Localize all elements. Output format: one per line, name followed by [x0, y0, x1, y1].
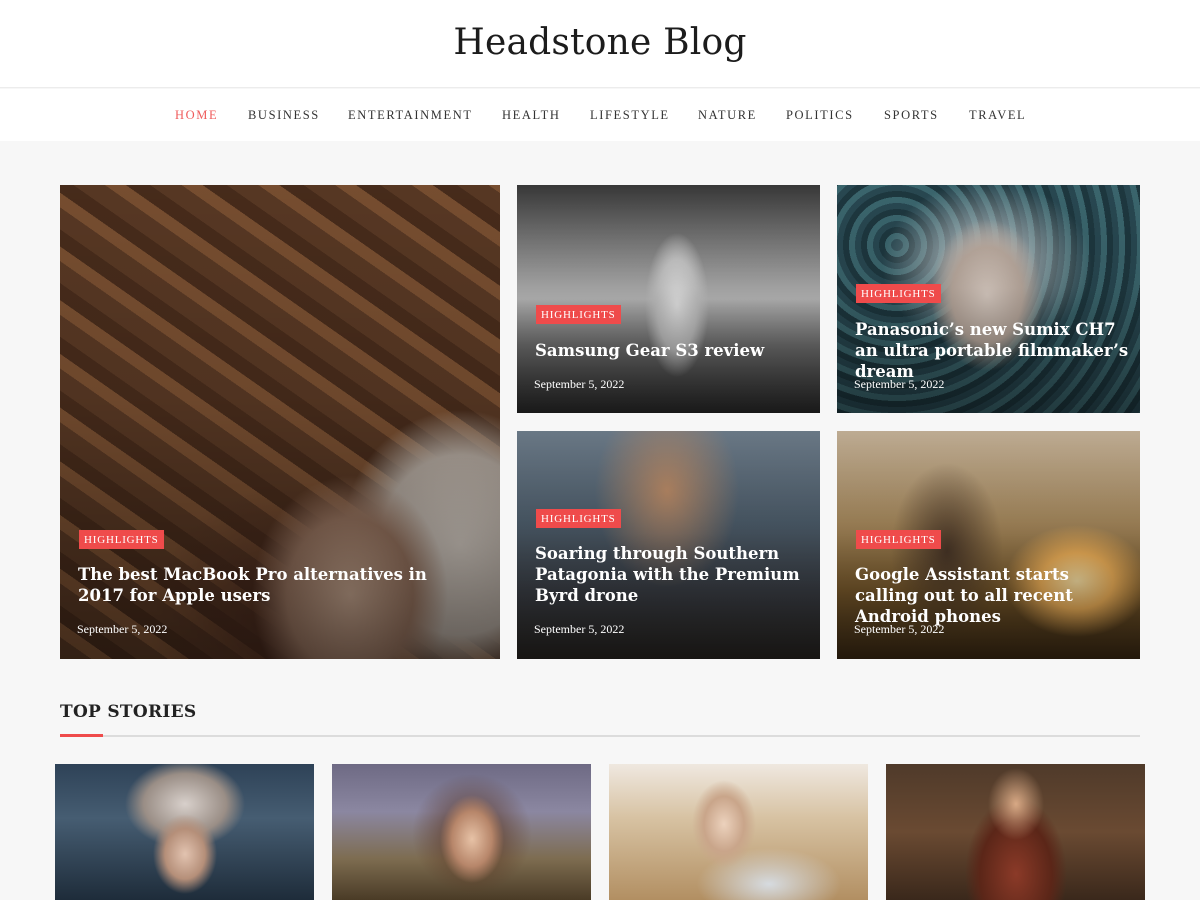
story-image	[332, 764, 591, 900]
story-image	[886, 764, 1145, 900]
category-badge[interactable]: HIGHLIGHTS	[536, 305, 621, 324]
featured-card[interactable]: HIGHLIGHTS Samsung Gear S3 review Septem…	[517, 185, 820, 413]
post-title[interactable]: Samsung Gear S3 review	[535, 340, 805, 361]
category-badge[interactable]: HIGHLIGHTS	[856, 530, 941, 549]
story-image	[55, 764, 314, 900]
post-date: September 5, 2022	[77, 622, 168, 636]
category-badge[interactable]: HIGHLIGHTS	[79, 530, 164, 549]
nav-item-lifestyle[interactable]: LIFESTYLE	[590, 108, 670, 123]
nav-list: HOME BUSINESS ENTERTAINMENT HEALTH LIFES…	[0, 89, 1200, 141]
site-title[interactable]: Headstone Blog	[0, 22, 1200, 63]
nav-item-health[interactable]: HEALTH	[502, 108, 560, 123]
post-title[interactable]: The best MacBook Pro alternatives in 201…	[78, 564, 458, 606]
top-story-thumbnail[interactable]	[609, 764, 868, 900]
section-accent-bar	[60, 734, 103, 737]
nav-item-politics[interactable]: POLITICS	[786, 108, 854, 123]
post-date: September 5, 2022	[854, 377, 945, 391]
post-date: September 5, 2022	[534, 377, 625, 391]
top-story-thumbnail[interactable]	[886, 764, 1145, 900]
nav-item-nature[interactable]: NATURE	[698, 108, 757, 123]
post-title[interactable]: Panasonic’s new Sumix CH7 an ultra porta…	[855, 319, 1130, 382]
post-date: September 5, 2022	[534, 622, 625, 636]
nav-item-travel[interactable]: TRAVEL	[969, 108, 1026, 123]
site-header: Headstone Blog	[0, 0, 1200, 88]
nav-item-sports[interactable]: SPORTS	[884, 108, 939, 123]
nav-item-home[interactable]: HOME	[175, 108, 218, 123]
top-story-thumbnail[interactable]	[332, 764, 591, 900]
top-story-thumbnail[interactable]	[55, 764, 314, 900]
story-image	[609, 764, 868, 900]
featured-card-main[interactable]: HIGHLIGHTS The best MacBook Pro alternat…	[60, 185, 500, 659]
featured-card[interactable]: HIGHLIGHTS Panasonic’s new Sumix CH7 an …	[837, 185, 1140, 413]
section-divider	[60, 735, 1140, 737]
featured-card[interactable]: HIGHLIGHTS Soaring through Southern Pata…	[517, 431, 820, 659]
post-title[interactable]: Google Assistant starts calling out to a…	[855, 564, 1130, 627]
post-date: September 5, 2022	[854, 622, 945, 636]
main-nav: HOME BUSINESS ENTERTAINMENT HEALTH LIFES…	[0, 89, 1200, 141]
nav-item-business[interactable]: BUSINESS	[248, 108, 320, 123]
section-title: TOP STORIES	[60, 702, 197, 722]
category-badge[interactable]: HIGHLIGHTS	[856, 284, 941, 303]
post-title[interactable]: Soaring through Southern Patagonia with …	[535, 543, 810, 606]
category-badge[interactable]: HIGHLIGHTS	[536, 509, 621, 528]
nav-item-entertainment[interactable]: ENTERTAINMENT	[348, 108, 473, 123]
featured-card[interactable]: HIGHLIGHTS Google Assistant starts calli…	[837, 431, 1140, 659]
